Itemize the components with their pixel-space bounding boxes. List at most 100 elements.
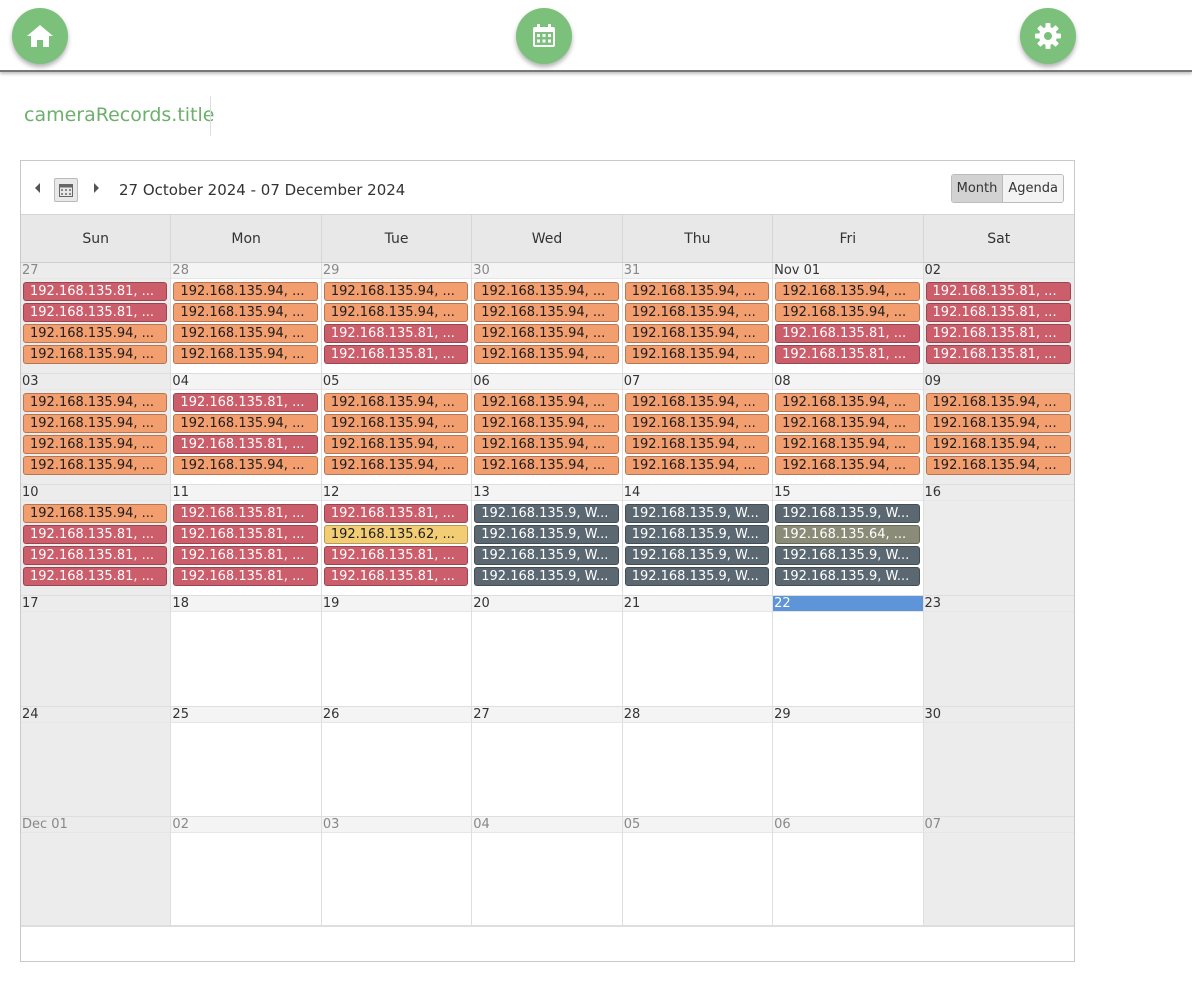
event-item[interactable]: 192.168.135.94, ... xyxy=(624,414,770,433)
event-item[interactable]: 192.168.135.9, W... xyxy=(624,546,770,565)
event-item[interactable]: 192.168.135.81, ... xyxy=(23,525,168,544)
event-item[interactable]: 192.168.135.94, ... xyxy=(23,393,168,412)
day-cell[interactable]: 12 192.168.135.81, ... 192.168.135.62, ...… xyxy=(321,485,473,595)
event-item[interactable]: 192.168.135.81, ... xyxy=(925,282,1071,301)
event-item[interactable]: 192.168.135.94, ... xyxy=(775,282,920,301)
event-item[interactable]: 192.168.135.94, ... xyxy=(925,435,1071,454)
day-cell[interactable]: 18 xyxy=(171,596,322,706)
event-item[interactable]: 192.168.135.94, ... xyxy=(323,303,469,322)
event-item[interactable]: 192.168.135.94, ... xyxy=(925,414,1071,433)
day-cell[interactable]: 27 xyxy=(472,707,623,816)
event-item[interactable]: 192.168.135.81, ... xyxy=(323,324,469,343)
event-item[interactable]: 192.168.135.64, ... xyxy=(775,525,920,544)
event-item[interactable]: 192.168.135.81, ... xyxy=(173,567,318,586)
day-cell[interactable]: 03 192.168.135.94, ... 192.168.135.94, ...… xyxy=(21,374,172,484)
event-item[interactable]: 192.168.135.94, ... xyxy=(474,393,619,412)
day-cell[interactable]: 14 192.168.135.9, W... 192.168.135.9, W...… xyxy=(622,485,774,595)
event-item[interactable]: 192.168.135.94, ... xyxy=(474,303,619,322)
day-cell[interactable]: 17 xyxy=(21,596,172,706)
event-item[interactable]: 192.168.135.94, ... xyxy=(624,345,770,364)
event-item[interactable]: 192.168.135.9, W... xyxy=(775,504,920,523)
day-cell[interactable]: 05 192.168.135.94, ... 192.168.135.94, ...… xyxy=(321,374,473,484)
event-item[interactable]: 192.168.135.94, ... xyxy=(173,456,318,475)
day-cell[interactable]: 31 192.168.135.94, ... 192.168.135.94, ...… xyxy=(622,263,774,373)
day-cell[interactable]: 16 xyxy=(923,485,1074,595)
event-item[interactable]: 192.168.135.94, ... xyxy=(23,456,168,475)
day-cell[interactable]: 26 xyxy=(321,707,473,816)
event-item[interactable]: 192.168.135.94, ... xyxy=(775,393,920,412)
day-cell[interactable]: 02 192.168.135.81, ... 192.168.135.81, ...… xyxy=(923,263,1074,373)
day-cell[interactable]: 04 192.168.135.81, ... 192.168.135.94, ...… xyxy=(171,374,322,484)
event-item[interactable]: 192.168.135.94, ... xyxy=(775,414,920,433)
event-item[interactable]: 192.168.135.94, ... xyxy=(323,393,469,412)
event-item[interactable]: 192.168.135.94, ... xyxy=(323,282,469,301)
next-arrow-icon[interactable] xyxy=(94,183,99,193)
event-item[interactable]: 192.168.135.94, ... xyxy=(925,393,1071,412)
event-item[interactable]: 192.168.135.94, ... xyxy=(173,414,318,433)
day-cell[interactable]: 15 192.168.135.9, W... 192.168.135.64, ...… xyxy=(773,485,924,595)
event-item[interactable]: 192.168.135.81, ... xyxy=(925,345,1071,364)
day-cell[interactable]: 29 xyxy=(773,707,924,816)
event-item[interactable]: 192.168.135.94, ... xyxy=(23,324,168,343)
view-agenda-button[interactable]: Agenda xyxy=(1003,175,1063,202)
event-item[interactable]: 192.168.135.9, W... xyxy=(474,567,619,586)
day-cell[interactable]: 28 xyxy=(622,707,774,816)
day-cell[interactable]: 29 192.168.135.94, ... 192.168.135.94, ...… xyxy=(321,263,473,373)
event-item[interactable]: 192.168.135.81, ... xyxy=(173,525,318,544)
event-item[interactable]: 192.168.135.94, ... xyxy=(173,324,318,343)
event-item[interactable]: 192.168.135.94, ... xyxy=(624,324,770,343)
event-item[interactable]: 192.168.135.81, ... xyxy=(925,324,1071,343)
day-cell[interactable]: 28 192.168.135.94, ... 192.168.135.94, ...… xyxy=(171,263,322,373)
event-item[interactable]: 192.168.135.81, ... xyxy=(173,435,318,454)
event-item[interactable]: 192.168.135.94, ... xyxy=(173,282,318,301)
view-month-button[interactable]: Month xyxy=(951,175,1004,202)
day-cell[interactable]: 30 192.168.135.94, ... 192.168.135.94, ...… xyxy=(472,263,623,373)
event-item[interactable]: 192.168.135.81, ... xyxy=(173,504,318,523)
event-item[interactable]: 192.168.135.94, ... xyxy=(23,345,168,364)
event-item[interactable]: 192.168.135.81, ... xyxy=(323,504,469,523)
event-item[interactable]: 192.168.135.94, ... xyxy=(624,435,770,454)
event-item[interactable]: 192.168.135.81, ... xyxy=(23,282,168,301)
event-item[interactable]: 192.168.135.81, ... xyxy=(925,303,1071,322)
day-cell[interactable]: 30 xyxy=(923,707,1074,816)
event-item[interactable]: 192.168.135.94, ... xyxy=(474,456,619,475)
day-cell[interactable]: 02 xyxy=(171,817,322,926)
event-item[interactable]: 192.168.135.94, ... xyxy=(775,456,920,475)
day-cell[interactable]: 27 192.168.135.81, ... 192.168.135.81, ...… xyxy=(21,263,172,373)
date-picker-button[interactable] xyxy=(54,178,78,202)
event-item[interactable]: 192.168.135.81, ... xyxy=(323,567,469,586)
event-item[interactable]: 192.168.135.9, W... xyxy=(624,567,770,586)
event-item[interactable]: 192.168.135.94, ... xyxy=(925,456,1071,475)
day-cell[interactable]: 19 xyxy=(321,596,473,706)
day-cell-today[interactable]: 22 xyxy=(773,596,924,706)
day-cell[interactable]: 07 xyxy=(923,817,1074,926)
event-item[interactable]: 192.168.135.94, ... xyxy=(474,282,619,301)
day-cell[interactable]: 25 xyxy=(171,707,322,816)
day-cell[interactable]: 06 xyxy=(773,817,924,926)
day-cell[interactable]: 23 xyxy=(923,596,1074,706)
event-item[interactable]: 192.168.135.62, ... xyxy=(323,525,469,544)
day-cell[interactable]: 09 192.168.135.94, ... 192.168.135.94, ...… xyxy=(923,374,1074,484)
event-item[interactable]: 192.168.135.94, ... xyxy=(624,303,770,322)
event-item[interactable]: 192.168.135.9, W... xyxy=(474,525,619,544)
day-cell[interactable]: 08 192.168.135.94, ... 192.168.135.94, ...… xyxy=(773,374,924,484)
event-item[interactable]: 192.168.135.94, ... xyxy=(23,414,168,433)
event-item[interactable]: 192.168.135.94, ... xyxy=(624,456,770,475)
event-item[interactable]: 192.168.135.81, ... xyxy=(323,345,469,364)
day-cell[interactable]: 04 xyxy=(472,817,623,926)
event-item[interactable]: 192.168.135.81, ... xyxy=(173,546,318,565)
event-item[interactable]: 192.168.135.94, ... xyxy=(474,324,619,343)
event-item[interactable]: 192.168.135.94, ... xyxy=(323,435,469,454)
event-item[interactable]: 192.168.135.9, W... xyxy=(624,504,770,523)
event-item[interactable]: 192.168.135.81, ... xyxy=(23,546,168,565)
calendar-button[interactable] xyxy=(516,8,572,64)
event-item[interactable]: 192.168.135.94, ... xyxy=(323,456,469,475)
day-cell[interactable]: 13 192.168.135.9, W... 192.168.135.9, W...… xyxy=(472,485,623,595)
day-cell[interactable]: 10 192.168.135.94, ... 192.168.135.81, ...… xyxy=(21,485,172,595)
day-cell[interactable]: Nov 01 192.168.135.94, ... 192.168.135.94,… xyxy=(773,263,924,373)
event-item[interactable]: 192.168.135.9, W... xyxy=(624,525,770,544)
event-item[interactable]: 192.168.135.81, ... xyxy=(323,546,469,565)
day-cell[interactable]: 11 192.168.135.81, ... 192.168.135.81, ...… xyxy=(171,485,322,595)
day-cell[interactable]: 07 192.168.135.94, ... 192.168.135.94, ...… xyxy=(622,374,774,484)
event-item[interactable]: 192.168.135.94, ... xyxy=(173,303,318,322)
